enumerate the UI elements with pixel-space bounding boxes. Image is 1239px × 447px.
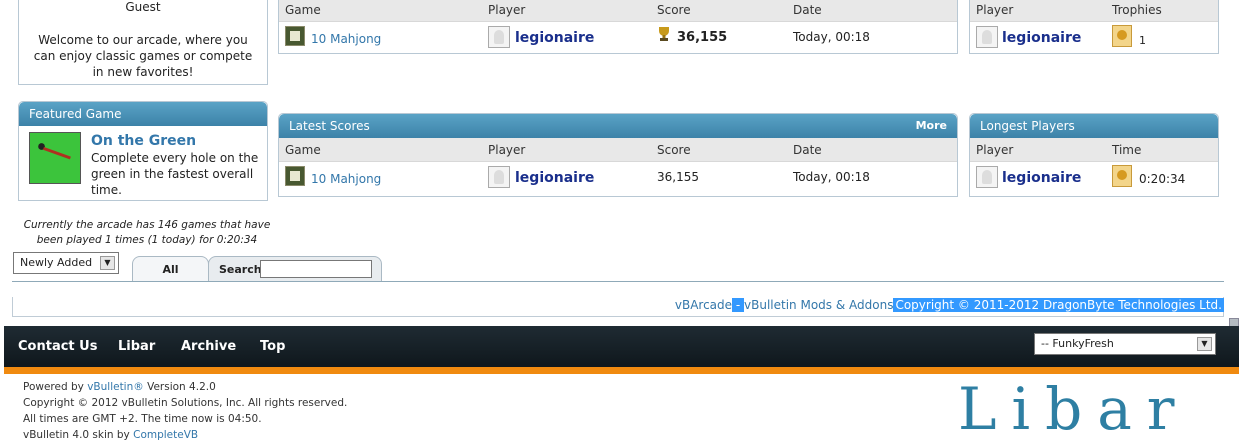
game-link[interactable]: 10 Mahjong xyxy=(311,172,381,186)
completevb-link[interactable]: CompleteVB xyxy=(133,429,198,441)
col-date: Date xyxy=(793,3,822,17)
longest-players-columns: Player Time xyxy=(970,138,1218,162)
col-player: Player xyxy=(488,143,526,157)
medal-icon xyxy=(1112,165,1132,187)
latest-scores-columns: Game Player Score Date xyxy=(279,138,957,162)
separator: - xyxy=(732,298,745,312)
style-select[interactable]: -- FunkyFresh ▼ xyxy=(1034,333,1216,355)
footer-link-contact[interactable]: Contact Us xyxy=(18,326,97,367)
featured-description: Complete every hole on the green in the … xyxy=(91,151,259,197)
player-link[interactable]: legionaire xyxy=(515,30,594,46)
featured-game-box: Featured Game On the Green Complete ever… xyxy=(18,101,268,201)
vbarcade-link[interactable]: vBArcade xyxy=(675,298,732,312)
featured-header: Featured Game xyxy=(19,102,267,126)
latest-scores-title: Latest Scores xyxy=(289,119,370,133)
date-value: Today, 00:18 xyxy=(793,170,870,184)
featured-thumbnail-icon[interactable] xyxy=(29,132,81,184)
chevron-down-icon[interactable]: ▼ xyxy=(1197,337,1212,351)
powered-prefix: Powered by xyxy=(23,381,88,393)
tab-search[interactable]: Search xyxy=(208,256,382,282)
sort-select-value: Newly Added xyxy=(20,256,93,269)
site-logo: Libar xyxy=(958,375,1190,443)
avatar xyxy=(488,26,510,48)
champions-table: Game Player Score Date 10 Mahjong legion… xyxy=(278,0,958,54)
tab-search-label: Search xyxy=(219,263,262,276)
longest-players-title: Longest Players xyxy=(980,119,1075,133)
footer-link-top[interactable]: Top xyxy=(260,326,285,367)
chevron-down-icon[interactable]: ▼ xyxy=(100,256,115,270)
search-input[interactable] xyxy=(260,260,372,278)
more-link[interactable]: More xyxy=(916,114,947,138)
col-player: Player xyxy=(976,3,1014,17)
tab-all[interactable]: All xyxy=(132,256,209,282)
time-value: 0:20:34 xyxy=(1139,172,1186,186)
col-score: Score xyxy=(657,143,691,157)
top-players-table: Player Trophies legionaire 1 xyxy=(969,0,1219,54)
dragonbyte-copyright: Copyright © 2011-2012 DragonByte Technol… xyxy=(893,298,1224,312)
style-select-value: -- FunkyFresh xyxy=(1041,337,1114,350)
latest-scores-table: Latest Scores More Game Player Score Dat… xyxy=(278,113,958,197)
skin-prefix: vBulletin 4.0 skin by xyxy=(23,429,134,441)
welcome-message: Welcome to our arcade, where you can enj… xyxy=(33,33,253,79)
col-time: Time xyxy=(1112,143,1142,157)
trophy-icon xyxy=(1112,25,1132,47)
table-row: 10 Mahjong legionaire 36,155 Today, 00:1… xyxy=(279,162,957,192)
date-value: Today, 00:18 xyxy=(793,30,870,44)
footer-link-libar[interactable]: Libar xyxy=(118,326,155,367)
longest-players-header: Longest Players xyxy=(970,114,1218,138)
powered-by: Powered by vBulletin® Version 4.2.0 xyxy=(23,381,216,393)
col-game: Game xyxy=(285,3,321,17)
footer-link-archive[interactable]: Archive xyxy=(181,326,236,367)
featured-title: Featured Game xyxy=(29,107,122,121)
footer-nav: Contact Us Libar Archive Top -- FunkyFre… xyxy=(4,326,1239,367)
copyright-line: vBArcade - vBulletin Mods & Addons Copyri… xyxy=(675,297,1224,313)
sort-select[interactable]: Newly Added ▼ xyxy=(13,252,119,274)
trophy-icon xyxy=(659,27,669,41)
table-row: legionaire 0:20:34 xyxy=(970,162,1218,192)
welcome-user: Guest xyxy=(125,0,161,14)
latest-scores-header: Latest Scores More xyxy=(279,114,957,138)
col-score: Score xyxy=(657,3,691,17)
col-trophies: Trophies xyxy=(1112,3,1162,17)
avatar xyxy=(976,166,998,188)
col-player: Player xyxy=(976,143,1014,157)
table-row: 10 Mahjong legionaire 36,155 Today, 00:1… xyxy=(279,22,957,52)
table-row: legionaire 1 xyxy=(970,22,1218,52)
col-game: Game xyxy=(285,143,321,157)
mods-link[interactable]: vBulletin Mods & Addons xyxy=(744,298,893,312)
arcade-stats: Currently the arcade has 146 games that … xyxy=(23,219,271,246)
game-link[interactable]: 10 Mahjong xyxy=(311,32,381,46)
score-value: 36,155 xyxy=(677,30,728,45)
time-info: All times are GMT +2. The time now is 04… xyxy=(23,413,262,425)
skin-credit: vBulletin 4.0 skin by CompleteVB xyxy=(23,429,198,441)
player-link[interactable]: legionaire xyxy=(1002,170,1081,186)
tab-all-label: All xyxy=(162,263,179,276)
accent-stripe xyxy=(4,367,1239,374)
col-player: Player xyxy=(488,3,526,17)
trophy-count: 1 xyxy=(1139,34,1146,47)
player-link[interactable]: legionaire xyxy=(1002,30,1081,46)
top-players-header: Player Trophies xyxy=(970,0,1218,22)
score-value: 36,155 xyxy=(657,170,699,184)
welcome-box: Guest Welcome to our arcade, where you c… xyxy=(18,0,268,85)
tabs-divider xyxy=(12,281,1224,282)
vbulletin-link[interactable]: vBulletin® xyxy=(87,381,144,393)
col-date: Date xyxy=(793,143,822,157)
powered-suffix: Version 4.2.0 xyxy=(143,381,216,393)
longest-players-table: Longest Players Player Time legionaire 0… xyxy=(969,113,1219,197)
game-thumbnail-icon[interactable] xyxy=(285,166,305,186)
avatar xyxy=(976,26,998,48)
game-thumbnail-icon[interactable] xyxy=(285,26,305,46)
vb-copyright: Copyright © 2012 vBulletin Solutions, In… xyxy=(23,397,348,409)
player-link[interactable]: legionaire xyxy=(515,170,594,186)
featured-game-link[interactable]: On the Green xyxy=(91,133,196,149)
champions-header: Game Player Score Date xyxy=(279,0,957,22)
avatar xyxy=(488,166,510,188)
